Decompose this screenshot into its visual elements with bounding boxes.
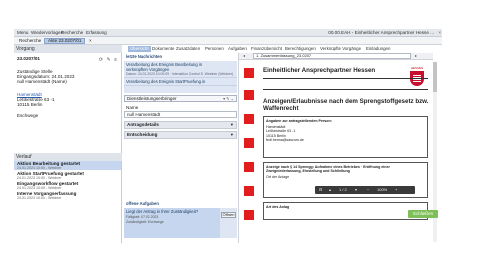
vorgang-section-title: Vorgang — [14, 45, 122, 53]
name-field[interactable]: null Hamenstädt — [124, 111, 237, 118]
history-item[interactable]: Aktion Bearbeitung gestartet 24.01.2023 … — [14, 161, 121, 170]
doc-heading: Anzeigen/Erlaubnisse nach dem Sprengstof… — [263, 98, 429, 112]
doc-divider — [263, 78, 428, 79]
tasks-list: Liegt der Antrag in Ihrer Zuständigkeit?… — [124, 208, 237, 238]
next-document-icon[interactable]: ▸ — [415, 53, 417, 59]
active-case-tab[interactable]: Akte 23.0207/01 — [44, 38, 86, 44]
zoom-level[interactable]: 100% — [377, 186, 387, 194]
next-page-icon[interactable]: ▾ — [355, 186, 357, 194]
history-item[interactable]: Aktion StartPruefung gestartet 24.01.202… — [14, 171, 121, 180]
red-marker — [244, 186, 254, 196]
open-task-button[interactable]: Öffnen — [221, 212, 236, 218]
zoom-out-icon[interactable]: − — [367, 186, 369, 194]
role-dropdown[interactable]: Dienstleistungserbringer ▾ ✎ ⌄ — [124, 95, 237, 102]
left-panel: Vorgang 23.0207/01 ⟳ ✎ ≡ Zuständige Stel… — [14, 45, 122, 243]
red-marker — [244, 114, 254, 124]
app-title-bar: Menu Wiedervorlagen Recherche Erfassung … — [14, 29, 442, 37]
pdf-toolbar: ⊟ ▴ 1 / 2 ▾ − 100% + — [315, 186, 415, 194]
person-city: 10115 Berlin — [17, 102, 43, 107]
notes-list: Verarbeitung des Ereignis Bearbeitung in… — [124, 61, 237, 93]
zoom-in-icon[interactable]: + — [395, 186, 397, 194]
case-number: 23.0207/01 — [17, 56, 40, 61]
tab-berechtigungen[interactable]: Berechtigungen — [285, 46, 316, 52]
office-name: Eschwege — [17, 113, 39, 118]
history-item[interactable]: Eingangsworkflow gestartet 24.01.2023 10… — [14, 181, 121, 190]
close-window-icon[interactable]: × — [438, 30, 441, 36]
dropdown-action-icons[interactable]: ▾ ✎ ⌄ — [223, 96, 234, 101]
chevron-down-icon: ▾ — [230, 132, 233, 137]
doc-header: Einheitlicher Ansprechpartner Hessen — [263, 67, 376, 74]
close-button[interactable]: Schließen — [408, 210, 438, 218]
entscheidung-section[interactable]: Entscheidung ▾ — [124, 131, 237, 139]
name-label: Name — [126, 105, 139, 110]
facility-box: Art des Anlag — [263, 202, 428, 220]
history-item[interactable]: Interne Vorgangserfassung 24.01.2023 10:… — [14, 191, 121, 200]
erfassung-tab[interactable]: Erfassung — [84, 30, 109, 36]
doc-divider — [263, 89, 428, 90]
window-title: 00.00.EAH - Einheitlicher Ansprechpartne… — [328, 30, 434, 35]
red-marker — [244, 90, 254, 100]
sidebar-toggle-icon[interactable]: ⊟ — [319, 186, 322, 194]
recherche-button[interactable]: Recherche — [16, 38, 44, 44]
hessen-crest: HESSEN — [409, 66, 425, 86]
note-item[interactable]: Verarbeitung des Ereignis StartPruefung … — [124, 78, 237, 86]
scrollbar-thumb[interactable] — [433, 62, 437, 92]
prev-page-icon[interactable]: ▴ — [329, 186, 331, 194]
case-tabs-bar: Recherche Akte 23.0207/01 × — [14, 37, 442, 45]
annotation-markers — [238, 62, 258, 242]
tasks-title: offene Aufgaben — [126, 201, 159, 206]
eingang-name: null Hamenstädt (Name) — [17, 79, 67, 84]
tab-einladungen[interactable]: Einladungen — [366, 46, 390, 52]
tab-verknuepfte-vorgaenge[interactable]: Verknüpfte Vorgänge — [320, 46, 361, 52]
case-action-icons[interactable]: ⟳ ✎ ≡ — [99, 57, 118, 63]
tab-finanzuebersicht[interactable]: Finanzübersicht — [251, 46, 282, 52]
verlauf-section-title: Verlauf — [14, 153, 122, 161]
red-marker — [244, 210, 254, 220]
close-case-icon[interactable]: × — [86, 38, 95, 44]
red-marker — [244, 162, 254, 172]
antragsdetails-section[interactable]: Antragsdetails ▾ — [124, 121, 237, 129]
red-marker — [244, 68, 254, 78]
document-select[interactable]: 1. Zusammenfassung_23.0207 — [253, 53, 411, 59]
red-marker — [244, 138, 254, 148]
note-item[interactable]: Verarbeitung des Ereignis Bearbeitung in… — [124, 61, 237, 78]
task-item[interactable]: Liegt der Antrag in Ihrer Zuständigkeit?… — [124, 208, 220, 238]
recherche-tab[interactable]: Recherche — [59, 30, 85, 36]
overview-panel: letzte Nachrichten Verarbeitung des Erei… — [124, 45, 237, 243]
page-indicator[interactable]: 1 / 2 — [339, 186, 347, 194]
pdf-page: Einheitlicher Ansprechpartner Hessen HES… — [257, 62, 433, 242]
notes-title: letzte Nachrichten — [126, 54, 163, 59]
applicant-box: Angaben zur antragstellenden Person: Ham… — [263, 116, 428, 158]
document-select-bar: ◂ 1. Zusammenfassung_23.0207 ▸ — [239, 53, 433, 60]
prev-document-icon[interactable]: ◂ — [243, 53, 245, 59]
chevron-down-icon: ▾ — [230, 122, 233, 127]
